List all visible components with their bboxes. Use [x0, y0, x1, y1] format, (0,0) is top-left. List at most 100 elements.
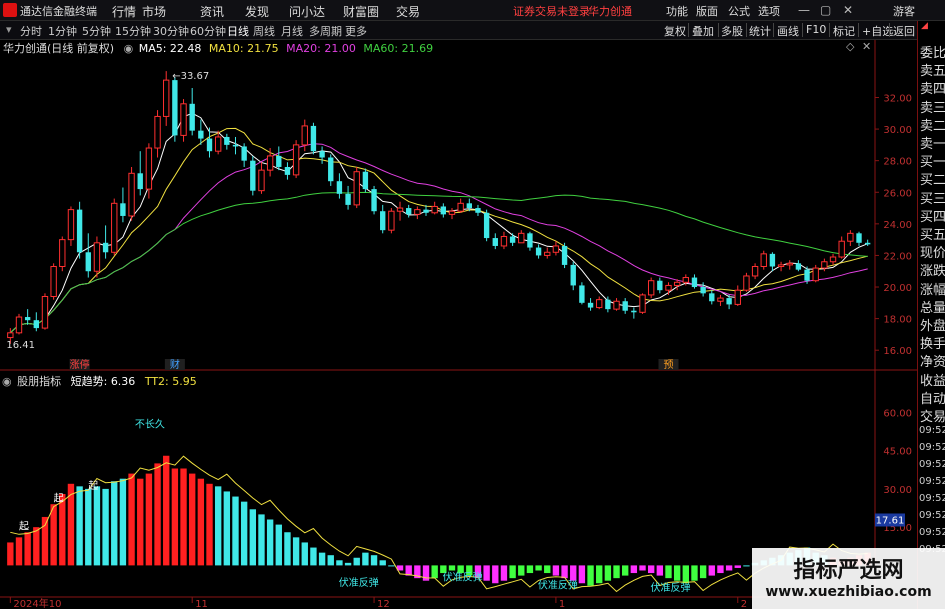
indicator-bar	[526, 565, 534, 574]
indicator-bar	[76, 486, 83, 566]
price-tick-label: 24.00	[883, 220, 912, 231]
candle	[336, 173, 343, 199]
candle	[751, 263, 759, 280]
x-tick-label: 2	[741, 599, 747, 609]
candle	[734, 285, 741, 306]
candle	[345, 185, 351, 210]
candle	[838, 236, 845, 259]
event-marker[interactable]: 涨停	[70, 358, 90, 371]
indicator-bar	[717, 565, 724, 574]
candle	[414, 206, 421, 220]
rebound-label: 伏准反弹	[443, 571, 483, 584]
panel-top-icon[interactable]: ◢	[921, 21, 928, 31]
candle	[172, 76, 178, 142]
event-marker[interactable]: 财	[170, 358, 180, 371]
candle	[579, 282, 585, 305]
candle	[180, 99, 187, 142]
indicator-bar	[258, 514, 265, 566]
candle	[380, 204, 386, 234]
candle	[388, 208, 395, 234]
indicator-bar	[734, 565, 741, 568]
candle	[15, 313, 23, 335]
indicator-bar	[15, 537, 23, 566]
indicator-bar	[214, 486, 222, 566]
indicator-bar	[570, 565, 577, 581]
trade-time: 09:52	[919, 510, 945, 521]
candle	[709, 290, 715, 305]
watermark-url: www.xuezhibiao.com	[765, 584, 932, 600]
candle	[128, 166, 135, 221]
indicator-bar	[189, 473, 196, 566]
indicator-bar	[362, 552, 369, 566]
quote-label: 买二	[920, 173, 945, 189]
quote-label: 买四	[920, 209, 945, 225]
candle	[24, 309, 31, 325]
candle	[596, 296, 603, 310]
candle	[371, 185, 377, 215]
candle	[137, 151, 143, 196]
candle	[631, 307, 637, 319]
indicator-bar	[318, 552, 326, 566]
event-marker[interactable]: 预	[663, 359, 673, 371]
candle	[544, 247, 551, 259]
watermark-title: 指标严选网	[793, 558, 904, 583]
indicator-bar	[353, 557, 360, 566]
indicator-bar	[578, 565, 586, 584]
chart-area[interactable]: 32.00 30.00 28.00 26.00 24.00 22.00 20.00 18.00…	[0, 0, 945, 609]
candle	[250, 155, 256, 196]
signal-label: 起	[88, 480, 98, 492]
candle	[111, 198, 118, 256]
signal-label: 起	[54, 493, 64, 505]
quote-label: 总量	[920, 300, 945, 316]
quote-label: 涨跌	[920, 264, 945, 280]
quote-label: 收益	[920, 373, 945, 389]
candle	[613, 298, 620, 311]
quote-label: 卖五	[920, 64, 945, 80]
indicator-bar	[336, 560, 343, 566]
candle	[561, 242, 568, 269]
trade-time: 09:52	[919, 493, 945, 504]
price-tick-label: 32.00	[883, 93, 912, 104]
quote-label: 委比	[920, 46, 945, 61]
indicator-bar	[699, 565, 707, 579]
candle	[847, 230, 854, 246]
candle	[163, 71, 170, 126]
candle	[232, 136, 239, 155]
candle	[67, 206, 75, 246]
low-price-label: 16.41	[6, 340, 35, 351]
candle	[483, 209, 490, 242]
indicator-bar	[344, 562, 352, 566]
trade-time: 09:52	[919, 459, 945, 470]
indicator-bar	[137, 478, 144, 566]
indicator-bar	[509, 565, 516, 579]
quote-label: 净资	[920, 355, 945, 371]
indicator-bar	[223, 491, 231, 566]
candle	[717, 294, 724, 306]
price-tick-label: 26.00	[883, 188, 912, 199]
high-price-label: ←33.67	[172, 71, 209, 82]
candle	[396, 201, 404, 221]
candle	[353, 166, 360, 209]
signal-label: 起	[19, 521, 29, 533]
candle	[276, 146, 282, 171]
indicator-bar	[154, 463, 161, 566]
indicator-bar	[544, 565, 551, 574]
indicator-bar	[483, 565, 490, 581]
candle	[292, 140, 300, 179]
ma60-line	[9, 191, 868, 334]
candle	[665, 282, 672, 295]
indicator-bar	[691, 565, 698, 581]
quote-label: 卖一	[920, 137, 945, 152]
candle	[492, 233, 498, 250]
indicator-bar	[33, 527, 40, 566]
candle	[319, 146, 325, 164]
candle	[657, 277, 663, 294]
candle	[85, 233, 91, 278]
candle	[509, 233, 516, 246]
indicator-bar	[93, 486, 101, 566]
trade-time: 09:52	[919, 425, 945, 436]
indicator-bar	[639, 565, 646, 571]
main-labels: ←33.67 16.41 涨停 财 预	[6, 71, 679, 371]
watermark: 指标严选网 www.xuezhibiao.com	[752, 548, 945, 609]
quote-label: 卖二	[920, 118, 945, 134]
